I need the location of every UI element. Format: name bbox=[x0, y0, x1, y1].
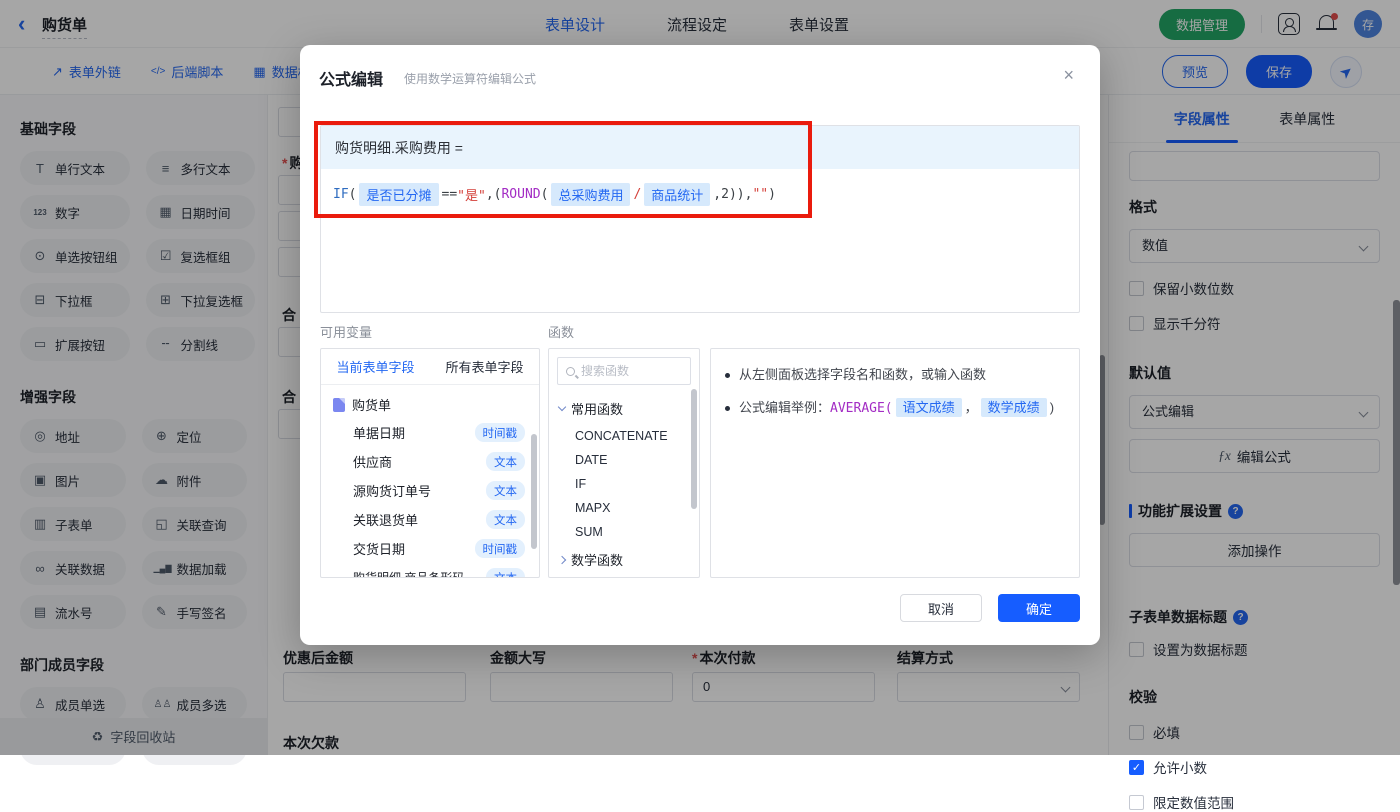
modal-footer: 取消 确定 bbox=[900, 594, 1080, 622]
value-range-checkbox[interactable]: ✓限定数值范围 bbox=[1129, 792, 1380, 812]
function-item-concatenate[interactable]: CONCATENATE bbox=[549, 424, 699, 448]
variable-row[interactable]: 供应商 文本 bbox=[321, 447, 539, 476]
checkbox: ✓ bbox=[1129, 794, 1144, 810]
confirm-button[interactable]: 确定 bbox=[998, 594, 1080, 622]
functions-scrollbar[interactable] bbox=[691, 389, 697, 509]
formula-editor-modal: 公式编辑 使用数学运算符编辑公式 × 购货明细.采购费用 = IF ( 是否已分… bbox=[300, 45, 1100, 645]
close-icon[interactable]: × bbox=[1063, 65, 1074, 86]
search-input[interactable] bbox=[581, 364, 681, 378]
function-item-if[interactable]: IF bbox=[549, 472, 699, 496]
field-chip: 数学成绩 bbox=[980, 398, 1047, 417]
field-chip[interactable]: 是否已分摊 bbox=[359, 183, 439, 206]
formula-code[interactable]: IF ( 是否已分摊 == "是" ,( ROUND ( 总采购费用 / 商品统… bbox=[321, 169, 1079, 220]
formula-token: ( bbox=[540, 187, 549, 202]
function-item-date[interactable]: DATE bbox=[549, 448, 699, 472]
type-badge: 文本 bbox=[486, 568, 525, 577]
formula-token: ) bbox=[768, 187, 776, 202]
formula-token: ,( bbox=[485, 187, 502, 202]
function-item-mapx[interactable]: MAPX bbox=[549, 496, 699, 520]
group-math-functions[interactable]: 数学函数 bbox=[549, 544, 699, 575]
cancel-button[interactable]: 取消 bbox=[900, 594, 982, 622]
search-icon bbox=[566, 366, 575, 376]
formula-editor-box[interactable]: 购货明细.采购费用 = IF ( 是否已分摊 == "是" ,( ROUND (… bbox=[320, 125, 1080, 313]
chevron-right-icon bbox=[557, 555, 567, 564]
field-chip: 语文成绩 bbox=[895, 398, 962, 417]
allow-decimal-checkbox[interactable]: ✓ 允许小数 bbox=[1129, 757, 1380, 777]
average-function: AVERAGE( bbox=[830, 401, 893, 416]
group-common-functions[interactable]: 常用函数 bbox=[549, 393, 699, 424]
variable-tabs: 当前表单字段 所有表单字段 bbox=[321, 349, 539, 385]
formula-token-string: "是" bbox=[457, 189, 486, 204]
variable-row[interactable]: 单据日期 时间戳 bbox=[321, 418, 539, 447]
variable-tree-root[interactable]: 购货单 bbox=[321, 385, 539, 418]
field-chip[interactable]: 商品统计 bbox=[644, 183, 711, 206]
formula-token: ( bbox=[348, 187, 357, 202]
type-badge: 文本 bbox=[486, 510, 525, 529]
formula-token: ,2)) bbox=[713, 187, 745, 202]
variables-label: 可用变量 bbox=[320, 325, 373, 340]
function-search[interactable] bbox=[557, 357, 691, 385]
chevron-down-icon bbox=[557, 402, 567, 412]
formula-token-operator: / bbox=[633, 187, 642, 202]
hint-line-2: 公式编辑举例：AVERAGE(语文成绩，数学成绩) bbox=[725, 398, 1065, 419]
formula-token-string: "" bbox=[752, 187, 769, 202]
variable-row[interactable]: 交货日期 时间戳 bbox=[321, 534, 539, 563]
type-badge: 时间戳 bbox=[474, 539, 525, 558]
checkbox-checked: ✓ bbox=[1129, 759, 1144, 775]
variable-row[interactable]: 源购货订单号 文本 bbox=[321, 476, 539, 505]
hint-line-1: 从左侧面板选择字段名和函数，或输入函数 bbox=[725, 365, 1065, 385]
variables-panel: 当前表单字段 所有表单字段 购货单 单据日期 时间戳 供应商 文本 源购货订单号 文本… bbox=[320, 348, 540, 578]
functions-label: 函数 bbox=[548, 325, 575, 340]
modal-title: 公式编辑 bbox=[319, 72, 384, 89]
variable-row[interactable]: 购货明细.商品条形码文本 bbox=[321, 563, 539, 577]
type-badge: 文本 bbox=[486, 452, 525, 471]
formula-token-keyword: IF bbox=[333, 187, 349, 202]
formula-target: 购货明细.采购费用 = bbox=[321, 126, 1079, 169]
tab-current-form-fields[interactable]: 当前表单字段 bbox=[336, 357, 414, 376]
field-chip[interactable]: 总采购费用 bbox=[551, 183, 631, 206]
document-icon bbox=[333, 397, 345, 412]
formula-token: == bbox=[441, 187, 458, 202]
group-text-functions[interactable]: 文本函数 bbox=[549, 575, 699, 577]
variable-row[interactable]: 关联退货单 文本 bbox=[321, 505, 539, 534]
formula-token-function: ROUND bbox=[501, 187, 541, 202]
modal-subtitle: 使用数学运算符编辑公式 bbox=[404, 72, 537, 86]
hint-panel: 从左侧面板选择字段名和函数，或输入函数 公式编辑举例：AVERAGE(语文成绩，… bbox=[710, 348, 1080, 578]
type-badge: 时间戳 bbox=[474, 423, 525, 442]
function-item-sum[interactable]: SUM bbox=[549, 520, 699, 544]
type-badge: 文本 bbox=[486, 481, 525, 500]
formula-token: , bbox=[744, 187, 753, 202]
tab-all-form-fields[interactable]: 所有表单字段 bbox=[445, 357, 523, 376]
functions-panel: 常用函数 CONCATENATE DATE IF MAPX SUM 数学函数 文… bbox=[548, 348, 700, 578]
variables-scrollbar[interactable] bbox=[531, 434, 537, 549]
